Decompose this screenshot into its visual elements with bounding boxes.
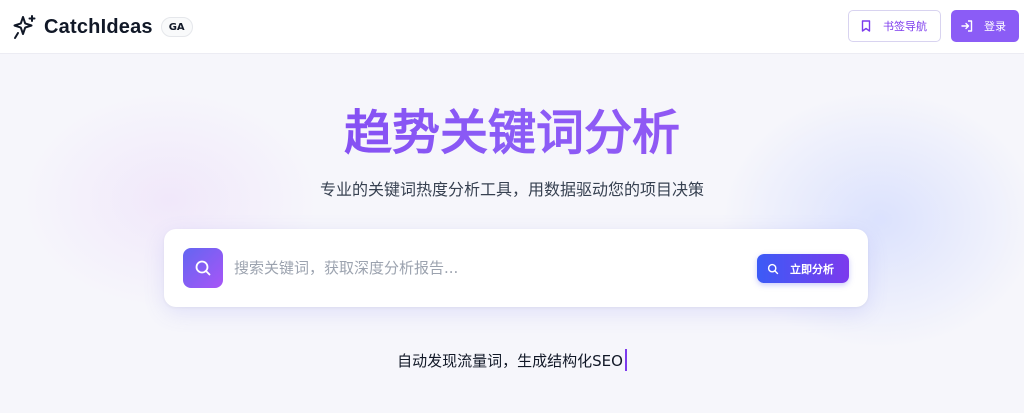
- search-input[interactable]: [234, 251, 734, 285]
- version-badge: GA: [160, 17, 193, 37]
- page-subtitle: 专业的关键词热度分析工具，用数据驱动您的项目决策: [319, 180, 704, 199]
- bookmark-icon: [861, 20, 871, 32]
- search-icon: [767, 263, 779, 274]
- search-icon: [183, 248, 223, 288]
- analyze-button-label: 立即分析: [790, 262, 834, 276]
- brand-logo[interactable]: CatchIdeas GA: [12, 13, 193, 41]
- typewriter-tagline: 自动发现流量词，生成结构化SEO: [0, 348, 1024, 371]
- login-button[interactable]: 登录: [951, 10, 1019, 42]
- search-bar: 立即分析: [164, 229, 868, 307]
- top-navbar: CatchIdeas GA 书签导航 登录: [0, 0, 1024, 54]
- sparkle-star-icon: [12, 14, 38, 40]
- page-title: 趋势关键词分析: [0, 98, 1024, 168]
- analyze-button[interactable]: 立即分析: [757, 254, 849, 283]
- text-caret: [624, 348, 627, 371]
- login-label: 登录: [984, 20, 1006, 33]
- brand-name: CatchIdeas: [44, 15, 153, 38]
- bookmark-nav-label: 书签导航: [883, 20, 927, 33]
- bookmark-nav-button[interactable]: 书签导航: [848, 10, 941, 42]
- sign-in-icon: [961, 20, 973, 32]
- tagline-text: 自动发现流量词，生成结构化SEO: [397, 352, 623, 370]
